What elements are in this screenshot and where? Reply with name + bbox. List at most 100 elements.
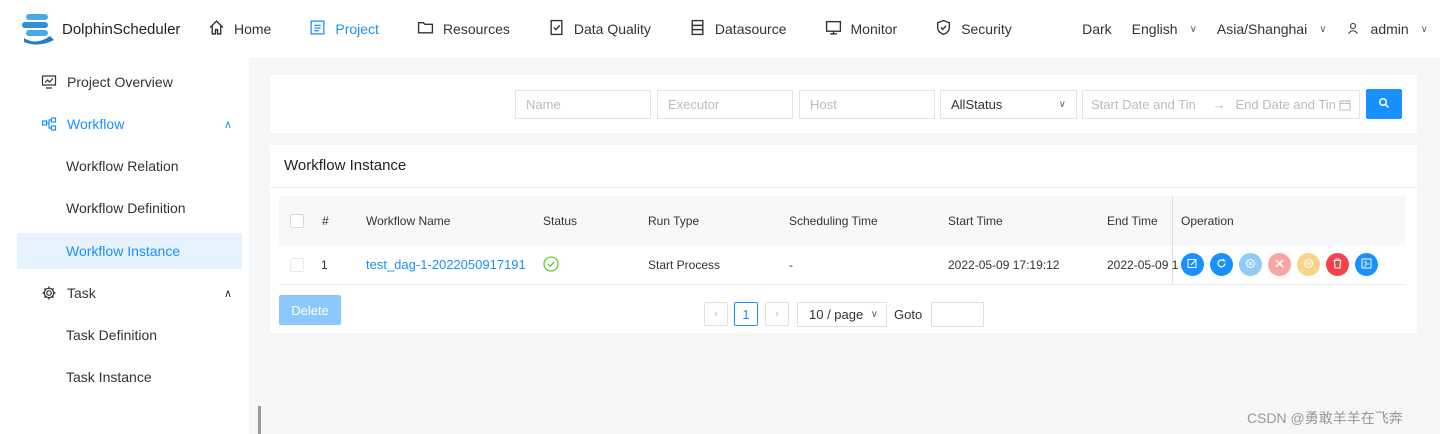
sidebar-item-workflow-relation[interactable]: Workflow Relation bbox=[17, 148, 242, 184]
goto-label: Goto bbox=[894, 307, 923, 322]
search-icon bbox=[1378, 97, 1390, 112]
next-page-button[interactable]: › bbox=[765, 302, 789, 326]
rerun-button[interactable] bbox=[1210, 253, 1233, 276]
chevron-up-icon: ∧ bbox=[223, 118, 232, 131]
nav-resources[interactable]: Resources bbox=[417, 19, 510, 39]
nav-home[interactable]: Home bbox=[208, 19, 271, 39]
run-type: Start Process bbox=[648, 258, 721, 272]
main-nav: Home Project Resources Data Quality Data… bbox=[208, 0, 1050, 58]
chevron-down-icon: ∨ bbox=[870, 309, 878, 320]
top-bar: DolphinScheduler Home Project Resources … bbox=[0, 0, 1440, 58]
date-range-picker[interactable]: Start Date and Tin → End Date and Tin bbox=[1082, 90, 1360, 119]
stop-button[interactable] bbox=[1268, 253, 1291, 276]
filter-bar: Name Executor Host AllStatus ∨ Start Dat… bbox=[270, 75, 1417, 133]
success-status-icon bbox=[543, 256, 559, 275]
page-size-select[interactable]: 10 / page ∨ bbox=[797, 302, 887, 327]
chevron-down-icon: ∨ bbox=[1058, 99, 1066, 110]
sidebar: Project Overview Workflow ∧ Workflow Rel… bbox=[0, 58, 249, 434]
header-operation: Operation bbox=[1181, 214, 1234, 228]
end-date-input[interactable]: End Date and Tin bbox=[1235, 97, 1335, 112]
name-input[interactable]: Name bbox=[515, 90, 651, 119]
pause-button[interactable] bbox=[1297, 253, 1320, 276]
user-menu[interactable]: admin ∨ bbox=[1347, 21, 1428, 37]
prev-page-button[interactable]: ‹ bbox=[704, 302, 728, 326]
header-start-time: Start Time bbox=[948, 214, 1003, 228]
nav-data-quality[interactable]: Data Quality bbox=[548, 19, 651, 39]
header-run-type: Run Type bbox=[648, 214, 700, 228]
project-icon bbox=[309, 19, 326, 39]
monitor-icon bbox=[825, 19, 842, 39]
scrollbar[interactable] bbox=[258, 406, 261, 434]
card-title: Workflow Instance bbox=[284, 157, 407, 174]
folder-icon bbox=[417, 19, 434, 39]
gantt-button[interactable] bbox=[1355, 253, 1378, 276]
calendar-icon bbox=[1339, 99, 1351, 111]
nav-datasource[interactable]: Datasource bbox=[689, 19, 787, 39]
sidebar-item-workflow-definition[interactable]: Workflow Definition bbox=[17, 190, 242, 226]
search-button[interactable] bbox=[1366, 89, 1402, 119]
sidebar-item-task-definition[interactable]: Task Definition bbox=[17, 317, 242, 353]
stop-icon bbox=[1274, 257, 1285, 272]
sidebar-item-task-instance[interactable]: Task Instance bbox=[17, 359, 242, 395]
delete-row-button[interactable] bbox=[1326, 253, 1349, 276]
home-icon bbox=[208, 19, 225, 39]
header-end-time: End Time bbox=[1107, 214, 1158, 228]
header-index: # bbox=[322, 214, 329, 228]
pause-icon bbox=[1303, 257, 1314, 272]
overview-icon bbox=[41, 74, 57, 90]
workflow-instance-card: Workflow Instance # Workflow Name Status… bbox=[270, 145, 1417, 333]
theme-toggle[interactable]: Dark bbox=[1082, 21, 1112, 37]
goto-input[interactable] bbox=[931, 302, 984, 327]
sidebar-item-workflow[interactable]: Workflow ∧ bbox=[17, 106, 242, 142]
gantt-icon bbox=[1361, 257, 1372, 272]
row-checkbox[interactable] bbox=[290, 258, 304, 272]
table-row: 1 test_dag-1-2022050917191 Start Process… bbox=[279, 245, 1406, 285]
delete-button[interactable]: Delete bbox=[279, 295, 341, 325]
logo[interactable]: DolphinScheduler bbox=[20, 12, 180, 46]
arrow-right-icon: → bbox=[1212, 97, 1226, 112]
start-time: 2022-05-09 17:19:12 bbox=[948, 258, 1060, 272]
nav-security[interactable]: Security bbox=[935, 19, 1012, 39]
chevron-down-icon: ∨ bbox=[1319, 23, 1327, 35]
end-time: 2022-05-09 1 bbox=[1107, 258, 1179, 272]
settings-icon bbox=[41, 285, 57, 301]
nav-project[interactable]: Project bbox=[309, 19, 379, 39]
workflow-icon bbox=[41, 116, 57, 132]
host-input[interactable]: Host bbox=[799, 90, 935, 119]
row-index: 1 bbox=[321, 258, 328, 272]
table-header: # Workflow Name Status Run Type Scheduli… bbox=[279, 196, 1406, 285]
data-quality-icon bbox=[548, 19, 565, 39]
edit-icon bbox=[1187, 257, 1198, 272]
select-all-checkbox[interactable] bbox=[290, 214, 304, 228]
divider bbox=[270, 187, 1417, 188]
sidebar-item-project-overview[interactable]: Project Overview bbox=[17, 64, 242, 100]
chevron-down-icon: ∨ bbox=[1420, 23, 1428, 35]
language-select[interactable]: English ∨ bbox=[1132, 21, 1197, 37]
status-select[interactable]: AllStatus ∨ bbox=[940, 90, 1077, 119]
executor-input[interactable]: Executor bbox=[657, 90, 793, 119]
sidebar-item-task[interactable]: Task ∧ bbox=[17, 275, 242, 311]
scheduling-time: - bbox=[789, 258, 793, 272]
nav-monitor[interactable]: Monitor bbox=[825, 19, 897, 39]
header-scheduling-time: Scheduling Time bbox=[789, 214, 878, 228]
workflow-name-link[interactable]: test_dag-1-2022050917191 bbox=[366, 257, 526, 272]
dolphin-logo-icon bbox=[20, 12, 56, 46]
chevron-right-icon: › bbox=[775, 308, 779, 320]
user-icon bbox=[1347, 21, 1359, 37]
start-date-input[interactable]: Start Date and Tin bbox=[1091, 97, 1202, 112]
app-name: DolphinScheduler bbox=[62, 20, 181, 38]
sidebar-item-workflow-instance[interactable]: Workflow Instance bbox=[17, 233, 242, 269]
chevron-down-icon: ∨ bbox=[1189, 23, 1197, 35]
header-workflow-name: Workflow Name bbox=[366, 214, 451, 228]
shield-icon bbox=[935, 19, 952, 39]
chevron-left-icon: ‹ bbox=[714, 308, 718, 320]
recover-button[interactable] bbox=[1239, 253, 1262, 276]
delete-icon bbox=[1332, 257, 1343, 272]
timezone-select[interactable]: Asia/Shanghai ∨ bbox=[1217, 21, 1327, 37]
watermark: CSDN @勇敢羊羊在飞奔 bbox=[1247, 410, 1403, 426]
page-1-button[interactable]: 1 bbox=[734, 302, 758, 326]
header-right: Dark English ∨ Asia/Shanghai ∨ admin ∨ bbox=[1082, 0, 1428, 58]
edit-button[interactable] bbox=[1181, 253, 1204, 276]
recover-icon bbox=[1245, 257, 1256, 272]
rerun-icon bbox=[1216, 257, 1227, 272]
